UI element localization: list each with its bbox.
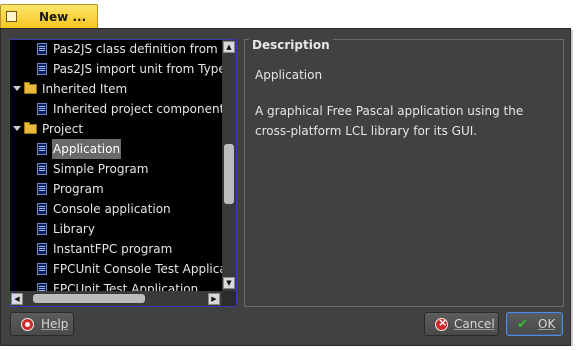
tree-item-label: FPCUnit Console Test Applicat <box>53 262 222 276</box>
window-title-tab[interactable]: New ... <box>0 4 98 29</box>
help-button[interactable]: Help <box>10 312 74 336</box>
tree-item-label: Inherited project component <box>53 102 222 116</box>
window-edge <box>571 30 573 346</box>
tree-item-label: Console application <box>53 202 171 216</box>
document-icon <box>37 143 47 155</box>
cancel-button-label: Cancel <box>454 317 495 331</box>
document-icon <box>37 243 47 255</box>
tree-vertical-scrollbar[interactable]: ▲ ▼ <box>222 40 236 291</box>
item-tree-panel: Pas2JS class definition from HT Pas2JS im… <box>9 39 237 307</box>
tree-item-label: Project <box>42 122 84 136</box>
tree-item[interactable]: FPCUnit Console Test Applicat <box>10 259 222 279</box>
cancel-button[interactable]: Cancel <box>424 312 499 336</box>
document-icon <box>37 263 47 275</box>
tree-horizontal-scroll-thumb[interactable] <box>33 294 145 303</box>
cancel-icon <box>435 316 448 331</box>
tree-item[interactable]: Pas2JS class definition from HT <box>10 40 222 59</box>
scroll-right-arrow-icon[interactable]: ▶ <box>208 293 220 305</box>
description-title: Description <box>249 38 333 52</box>
tree-item-label: Program <box>53 182 104 196</box>
tree-horizontal-scrollbar[interactable]: ◀ ▶ <box>10 291 222 306</box>
tree-item[interactable]: Library <box>10 219 222 239</box>
tree-item-label: Inherited Item <box>42 82 128 96</box>
document-icon <box>37 203 47 215</box>
tree-item[interactable]: Project <box>10 119 222 139</box>
description-group: Description Application A graphical Free… <box>244 38 564 307</box>
tree-item[interactable]: InstantFPC program <box>10 239 222 259</box>
help-icon <box>21 318 34 331</box>
document-icon <box>37 43 47 55</box>
window-title: New ... <box>39 10 87 24</box>
tree-item-label: Application <box>52 139 122 159</box>
tree-item[interactable]: Simple Program <box>10 159 222 179</box>
tree-item-label: Pas2JS class definition from HT <box>53 42 222 56</box>
tree-item[interactable]: Console application <box>10 199 222 219</box>
folder-icon <box>24 82 37 94</box>
document-icon <box>37 223 47 235</box>
tree-item-label: Pas2JS import unit from TypeS <box>53 62 222 76</box>
scrollbar-corner <box>222 291 236 306</box>
description-text: A graphical Free Pascal application usin… <box>255 104 524 138</box>
tree-item[interactable]: Program <box>10 179 222 199</box>
tree-item-label: FPCUnit Test Application <box>53 282 199 291</box>
scroll-up-arrow-icon[interactable]: ▲ <box>223 41 235 53</box>
help-button-label: Help <box>41 317 69 331</box>
item-tree[interactable]: Pas2JS class definition from HT Pas2JS im… <box>10 40 222 291</box>
tree-item-label: Simple Program <box>53 162 149 176</box>
document-icon <box>37 103 47 115</box>
tree-item[interactable]: Inherited project component <box>10 99 222 119</box>
tree-item[interactable]: Application <box>10 139 222 159</box>
ok-button-label: OK <box>538 317 556 331</box>
scroll-left-arrow-icon[interactable]: ◀ <box>11 293 23 305</box>
new-item-dialog: Pas2JS class definition from HT Pas2JS im… <box>0 28 571 346</box>
ok-button[interactable]: ✔ OK <box>506 312 563 336</box>
document-icon <box>37 163 47 175</box>
document-icon <box>37 63 47 75</box>
tree-item-label: InstantFPC program <box>53 242 173 256</box>
document-icon <box>37 283 47 291</box>
check-icon: ✔ <box>517 317 528 332</box>
tree-item-label: Library <box>53 222 95 236</box>
tree-vertical-scroll-thumb[interactable] <box>224 144 234 204</box>
expand-arrow-icon[interactable] <box>13 86 21 91</box>
expand-arrow-icon[interactable] <box>13 126 21 131</box>
tree-item[interactable]: Pas2JS import unit from TypeS <box>10 59 222 79</box>
tree-item[interactable]: Inherited Item <box>10 79 222 99</box>
description-item-name: Application <box>255 68 323 82</box>
document-icon <box>37 183 47 195</box>
scroll-down-arrow-icon[interactable]: ▼ <box>223 277 235 289</box>
window-menu-icon[interactable] <box>6 11 17 22</box>
tree-item[interactable]: FPCUnit Test Application <box>10 279 222 291</box>
folder-icon <box>24 122 37 134</box>
